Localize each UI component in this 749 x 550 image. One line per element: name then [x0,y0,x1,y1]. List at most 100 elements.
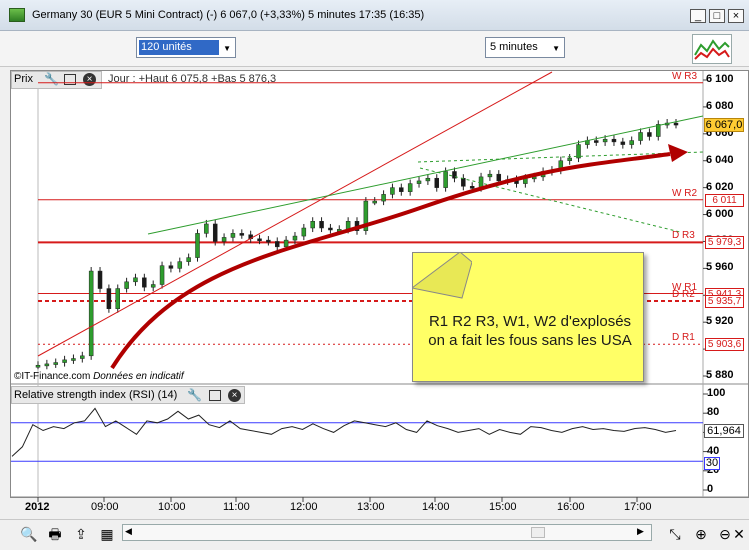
level-value-tag: 5 979,3 [705,236,744,250]
zoom-in-icon[interactable]: 🔍 [20,525,38,543]
candle-body [301,227,307,237]
candle-body [496,173,502,182]
candle-body [372,200,377,204]
price-tick-label: 6 000 [706,207,734,220]
candle-body [319,221,324,229]
level-name: W R2 [672,187,697,199]
candle-body [150,284,156,288]
candle-body [35,364,41,368]
candle-body [177,261,183,269]
candle-body [647,132,652,137]
zoom-in-icon[interactable]: ⊕ [692,525,710,543]
scroll-right-icon[interactable]: ▶ [637,526,644,537]
credit-text: ©IT-Finance.com Données en indicatif [14,371,184,382]
candle-body [257,238,262,242]
rsi-level-tag: 30 [704,457,720,470]
scroll-thumb[interactable] [531,527,545,538]
level-name: W R3 [672,70,697,82]
price-tick-label: 6 040 [706,153,734,166]
x-tick-label: 09:00 [91,501,119,513]
x-tick-label: 14:00 [422,501,450,513]
window-icon[interactable] [209,390,221,401]
grid-icon[interactable]: ▦ [98,525,116,543]
trend-arrow-head [668,144,688,162]
price-tick-label: 6 080 [706,99,734,112]
rsi-tick-label: 80 [707,406,720,419]
candle-body [239,233,245,236]
horizontal-scrollbar[interactable]: ◀ ▶ [122,524,652,541]
candle-body [602,138,608,143]
candle-body [221,237,227,242]
candle-body [434,177,439,188]
candle-body [142,277,147,288]
candle-body [106,288,112,309]
level-name: D R1 [672,332,695,344]
candle-body [212,223,218,242]
rsi-tick-label: 100 [707,387,726,399]
price-tick-label: 6 020 [706,180,734,193]
x-tick-label: 12:00 [290,501,318,513]
candle-body [275,241,280,248]
x-tick-label: 16:00 [557,501,585,513]
x-tick-label: 2012 [25,501,50,513]
close-icon[interactable]: × [228,389,241,402]
rsi-tick-label: 40 [707,444,720,457]
candle-body [629,140,634,145]
candle-body [195,233,200,258]
x-tick-label: 13:00 [357,501,385,513]
print-icon[interactable]: 🖶 [46,525,64,543]
credit-note: Données en indicatif [93,371,184,382]
candle-body [390,187,395,195]
candle-body [53,362,58,365]
x-tick-label: 10:00 [158,501,186,513]
candle-body [71,358,76,361]
candle-body [407,183,413,192]
candle-body [204,223,209,234]
candle-body [266,239,271,243]
wrench-icon[interactable]: 🔧 [187,388,202,402]
candle-body [399,187,404,192]
candle-body [425,177,431,182]
candle-body [186,257,191,262]
candle-body [487,173,493,178]
export-icon[interactable]: ⇪ [72,525,90,543]
fit-icon[interactable]: ⤡ [666,525,684,543]
level-name: D R2 [672,289,695,301]
x-tick-label: 15:00 [489,501,517,513]
candle-body [594,140,599,143]
candle-body [638,132,643,141]
candle-body [97,270,103,289]
rsi-last-tag: 61,964 [704,424,744,438]
note-fold [412,252,472,299]
rsi-line [11,407,677,457]
candle-body [159,265,165,285]
candle-body [328,227,333,231]
rsi-panel-label: Relative strength index (RSI) (14) [14,389,178,401]
candle-body [416,180,422,184]
candle-body [88,270,94,357]
price-tick-label: 5 880 [706,369,734,381]
candle-body [292,235,298,241]
candle-body [115,288,120,309]
candle-body [461,177,466,187]
price-tick-label: 6 100 [706,73,734,85]
candle-body [673,122,679,126]
level-name: D R3 [672,230,695,242]
price-tick-label: 5 920 [706,315,734,328]
candle-body [620,141,626,145]
candle-body [469,186,475,189]
price-tick-label: 5 960 [706,261,734,274]
candle-body [62,359,67,363]
note-text: R1 R2 R3, W1, W2 d'explosés on a fait le… [428,313,632,349]
candle-body [567,157,572,161]
cross-icon[interactable]: ✕ [732,525,746,543]
candle-body [168,265,174,269]
candle-body [310,221,315,229]
credit-label: ©IT-Finance.com [14,371,91,382]
candle-body [133,277,138,283]
candle-body [124,281,129,289]
level-value-tag: 6 011 [705,193,744,207]
candle-body [44,363,50,367]
scroll-left-icon[interactable]: ◀ [125,526,132,537]
level-value-tag: 5 903,6 [705,338,744,352]
